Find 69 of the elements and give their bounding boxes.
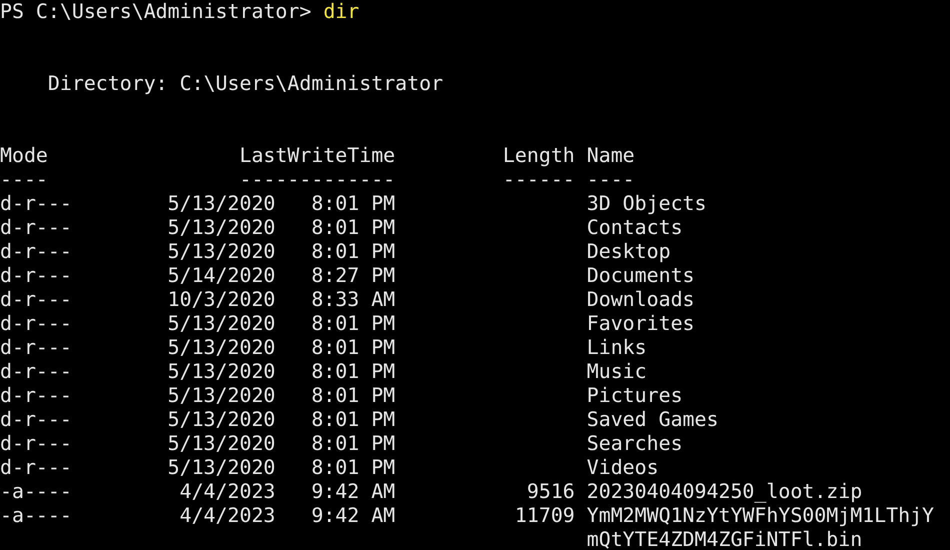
column-header: Mode [0, 144, 49, 168]
file-name: Desktop [586, 240, 672, 264]
file-name: Documents [586, 264, 696, 288]
time-cell-text: 9:42 AM [310, 480, 396, 504]
time-cell-text: 8:01 PM [310, 336, 396, 360]
column-header: Length [502, 144, 575, 168]
header-underline: ------ [502, 168, 575, 192]
date-cell-text: 5/13/2020 [166, 336, 276, 360]
time-cell-text: 8:01 PM [310, 216, 396, 240]
time-cell-text: 8:33 AM [310, 288, 396, 312]
file-name: Saved Games [586, 408, 720, 432]
header-underline: ---- [586, 168, 636, 192]
time-cell-text: 8:01 PM [310, 360, 396, 384]
date-cell-text: 4/4/2023 [178, 480, 276, 504]
file-name: 3D Objects [586, 192, 708, 216]
mode-cell: d-r--- [0, 360, 72, 384]
column-header: Name [586, 144, 636, 168]
mode-cell: d-r--- [0, 432, 72, 456]
file-name: Links [586, 336, 648, 360]
file-name: 20230404094250_loot.zip [586, 480, 864, 504]
time-cell-text: 8:01 PM [310, 432, 396, 456]
date-cell-text: 5/13/2020 [166, 312, 276, 336]
time-cell-text: 8:01 PM [310, 312, 396, 336]
time-cell-text: 8:01 PM [310, 408, 396, 432]
date-cell-text: 5/13/2020 [166, 360, 276, 384]
file-name: Music [586, 360, 648, 384]
time-cell-text: 9:42 AM [310, 504, 396, 529]
mode-cell: d-r--- [0, 192, 72, 216]
mode-cell: d-r--- [0, 384, 72, 408]
date-cell-text: 5/13/2020 [166, 240, 276, 264]
header-underline: ---- [0, 168, 49, 192]
time-cell-text: 8:01 PM [310, 384, 396, 408]
file-name: Contacts [586, 216, 684, 240]
mode-cell: d-r--- [0, 456, 72, 480]
mode-cell: d-r--- [0, 288, 72, 312]
mode-cell: d-r--- [0, 312, 72, 336]
time-cell-text: 8:01 PM [310, 456, 396, 480]
length-cell-text: 11709 [514, 504, 575, 529]
date-cell-text: 5/13/2020 [166, 432, 276, 456]
file-name: Downloads [586, 288, 696, 312]
time-cell-text: 8:01 PM [310, 240, 396, 264]
prompt-text: PS C:\Users\Administrator> [0, 0, 312, 24]
file-name: Pictures [586, 384, 684, 408]
date-cell-text: 5/13/2020 [166, 192, 276, 216]
mode-cell: d-r--- [0, 240, 72, 264]
time-cell-text: 8:01 PM [310, 192, 396, 216]
date-cell-text: 5/14/2020 [166, 264, 276, 288]
mode-cell: d-r--- [0, 264, 72, 288]
date-cell-text: 5/13/2020 [166, 456, 276, 480]
command-text: dir [323, 0, 360, 24]
header-underline: ------------- [238, 168, 396, 192]
date-cell-text: 5/13/2020 [166, 408, 276, 432]
column-header: LastWriteTime [238, 144, 396, 168]
mode-cell: d-r--- [0, 408, 72, 432]
file-name: Favorites [586, 312, 696, 336]
date-cell-text: 5/13/2020 [166, 384, 276, 408]
file-name: Searches [586, 432, 684, 456]
date-cell-text: 4/4/2023 [178, 504, 276, 529]
mode-cell: -a---- [0, 480, 72, 504]
file-name: YmM2MWQ1NzYtYWFhYS00MjM1LThjYmQtYTE4ZDM4ZGFiNTFl.bin [586, 504, 934, 550]
time-cell-text: 8:27 PM [310, 264, 396, 288]
length-cell: 9516 [526, 480, 575, 504]
mode-cell-text: -a---- [0, 504, 72, 529]
date-cell-text: 10/3/2020 [166, 288, 276, 312]
date-cell-text: 5/13/2020 [166, 216, 276, 240]
directory-path: Directory: C:\Users\Administrator [48, 72, 444, 96]
mode-cell: d-r--- [0, 216, 72, 240]
mode-cell: d-r--- [0, 336, 72, 360]
file-name: Videos [586, 456, 660, 480]
